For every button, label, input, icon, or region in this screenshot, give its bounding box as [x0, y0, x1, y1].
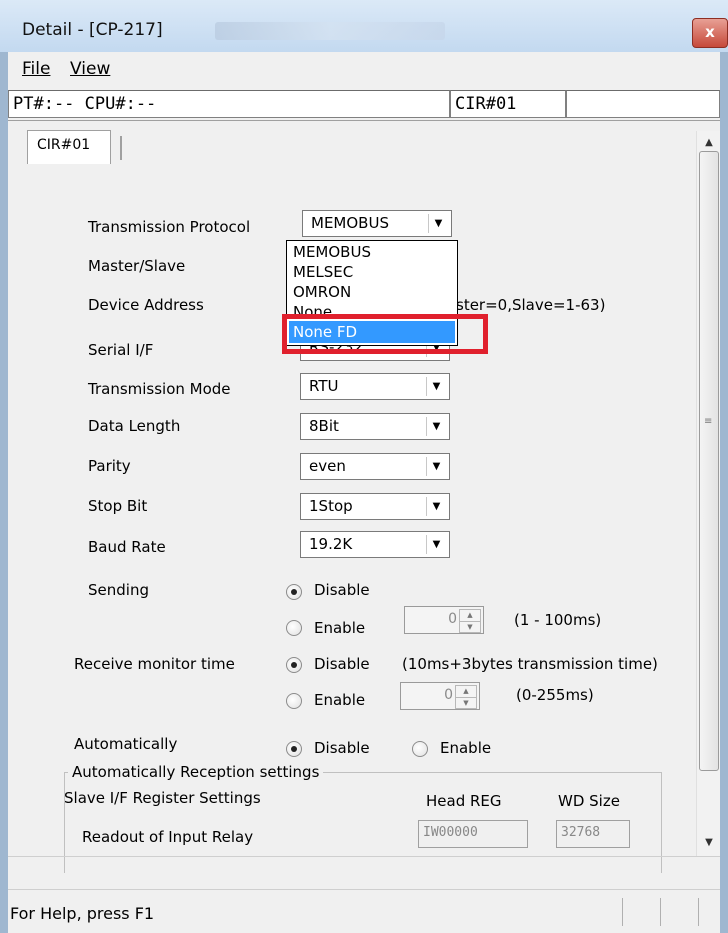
automatically-enable-radio[interactable]	[412, 741, 428, 757]
receive-spin[interactable]: 0 ▲ ▼	[400, 682, 480, 710]
transmission-protocol-label: Transmission Protocol	[88, 218, 251, 236]
chevron-down-icon: ▼	[426, 457, 446, 476]
readout-input-relay-label: Readout of Input Relay	[82, 828, 254, 846]
receive-note: (10ms+3bytes transmission time)	[402, 655, 658, 673]
device-address-hint: ster=0,Slave=1-63)	[456, 296, 606, 314]
menu-file[interactable]: File	[22, 59, 50, 79]
transmission-mode-value: RTU	[309, 377, 339, 395]
spin-buttons: ▲ ▼	[455, 685, 477, 709]
spin-down-icon[interactable]: ▼	[456, 697, 476, 709]
slave-register-label: Slave I/F Register Settings	[64, 789, 261, 807]
empty-field	[566, 90, 720, 118]
chevron-down-icon: ▼	[426, 377, 446, 396]
spin-buttons: ▲ ▼	[459, 609, 481, 633]
transmission-protocol-select[interactable]: MEMOBUS ▼	[302, 210, 452, 237]
sending-label: Sending	[88, 581, 149, 599]
background-window-title	[215, 22, 445, 40]
baud-rate-label: Baud Rate	[88, 538, 166, 556]
transmission-mode-select[interactable]: RTU ▼	[300, 373, 450, 400]
stop-bit-label: Stop Bit	[88, 497, 148, 515]
sending-disable-label: Disable	[314, 581, 370, 599]
grip-icon: ≡	[704, 416, 713, 427]
chevron-down-icon: ▼	[428, 214, 448, 233]
scroll-up-icon[interactable]: ▲	[697, 133, 721, 153]
info-bar: PT#:-- CPU#:-- CIR#01	[8, 88, 720, 121]
scrollbar-thumb[interactable]: ≡	[699, 151, 719, 771]
baud-rate-select[interactable]: 19.2K ▼	[300, 531, 450, 558]
chevron-down-icon: ▼	[426, 535, 446, 554]
menu-view-label: View	[70, 59, 111, 79]
transmission-protocol-value: MEMOBUS	[311, 214, 389, 232]
vertical-scrollbar[interactable]: ▲ ≡ ▼	[696, 131, 721, 856]
receive-enable-label: Enable	[314, 691, 366, 709]
spin-down-icon[interactable]: ▼	[460, 621, 480, 633]
sending-range: (1 - 100ms)	[514, 611, 602, 629]
title-bar: Detail - [CP-217] x	[0, 0, 728, 52]
receive-monitor-label: Receive monitor time	[74, 655, 235, 673]
data-length-value: 8Bit	[309, 417, 339, 435]
master-slave-label: Master/Slave	[88, 257, 186, 275]
automatically-enable-label: Enable	[440, 739, 492, 757]
serial-if-label: Serial I/F	[88, 341, 154, 359]
window-frame-left	[0, 52, 8, 933]
receive-enable-radio[interactable]	[286, 693, 302, 709]
automatically-disable-radio[interactable]	[286, 741, 302, 757]
spin-up-icon[interactable]: ▲	[460, 610, 480, 621]
chevron-down-icon: ▼	[426, 417, 446, 436]
automatically-label: Automatically	[74, 735, 178, 753]
status-help-text: For Help, press F1	[10, 904, 155, 923]
highlight-box	[282, 314, 488, 354]
window-title: Detail - [CP-217]	[22, 20, 163, 40]
status-pane	[622, 898, 657, 926]
reception-group-title: Automatically Reception settings	[68, 763, 324, 781]
head-reg-header: Head REG	[426, 792, 502, 810]
receive-spin-value: 0	[444, 687, 453, 703]
menu-view[interactable]: View	[70, 59, 110, 79]
scroll-down-icon[interactable]: ▼	[697, 833, 721, 853]
parity-label: Parity	[88, 457, 131, 475]
window-frame-right	[720, 52, 728, 933]
automatically-disable-label: Disable	[314, 739, 370, 757]
data-length-label: Data Length	[88, 417, 181, 435]
pt-cpu-field: PT#:-- CPU#:--	[8, 90, 450, 118]
receive-disable-radio[interactable]	[286, 657, 302, 673]
receive-range: (0-255ms)	[516, 686, 594, 704]
dropdown-option-memobus[interactable]: MEMOBUS	[289, 241, 455, 263]
sending-spin-value: 0	[448, 611, 457, 627]
resize-grip-icon[interactable]	[698, 898, 721, 926]
stop-bit-select[interactable]: 1Stop ▼	[300, 493, 450, 520]
data-length-select[interactable]: 8Bit ▼	[300, 413, 450, 440]
sending-spin[interactable]: 0 ▲ ▼	[404, 606, 484, 634]
parity-select[interactable]: even ▼	[300, 453, 450, 480]
device-address-label: Device Address	[88, 296, 204, 314]
status-pane	[660, 898, 695, 926]
readout-wd-size-field: 32768	[556, 820, 630, 848]
tab-cir01[interactable]: CIR#01	[27, 130, 111, 164]
cir-field: CIR#01	[450, 90, 566, 118]
sending-enable-radio[interactable]	[286, 620, 302, 636]
dropdown-option-omron[interactable]: OMRON	[289, 281, 455, 303]
detail-window: Detail - [CP-217] x File View PT#:-- CPU…	[0, 0, 728, 933]
sending-enable-label: Enable	[314, 619, 366, 637]
wd-size-header: WD Size	[558, 792, 620, 810]
horizontal-bar	[8, 856, 720, 890]
menu-file-label: File	[22, 59, 51, 79]
stop-bit-value: 1Stop	[309, 497, 353, 515]
readout-head-reg-field: IW00000	[418, 820, 528, 848]
tab-strip: CIR#01	[20, 122, 696, 165]
dropdown-option-melsec[interactable]: MELSEC	[289, 261, 455, 283]
transmission-mode-label: Transmission Mode	[88, 380, 231, 398]
baud-rate-value: 19.2K	[309, 535, 353, 553]
dropdown-option-none[interactable]: None	[289, 301, 455, 315]
close-button[interactable]: x	[692, 18, 728, 48]
parity-value: even	[309, 457, 346, 475]
receive-disable-label: Disable	[314, 655, 370, 673]
chevron-down-icon: ▼	[426, 497, 446, 516]
menu-bar: File View	[8, 56, 720, 86]
tab-divider	[120, 136, 122, 160]
spin-up-icon[interactable]: ▲	[456, 686, 476, 697]
sending-disable-radio[interactable]	[286, 584, 302, 600]
